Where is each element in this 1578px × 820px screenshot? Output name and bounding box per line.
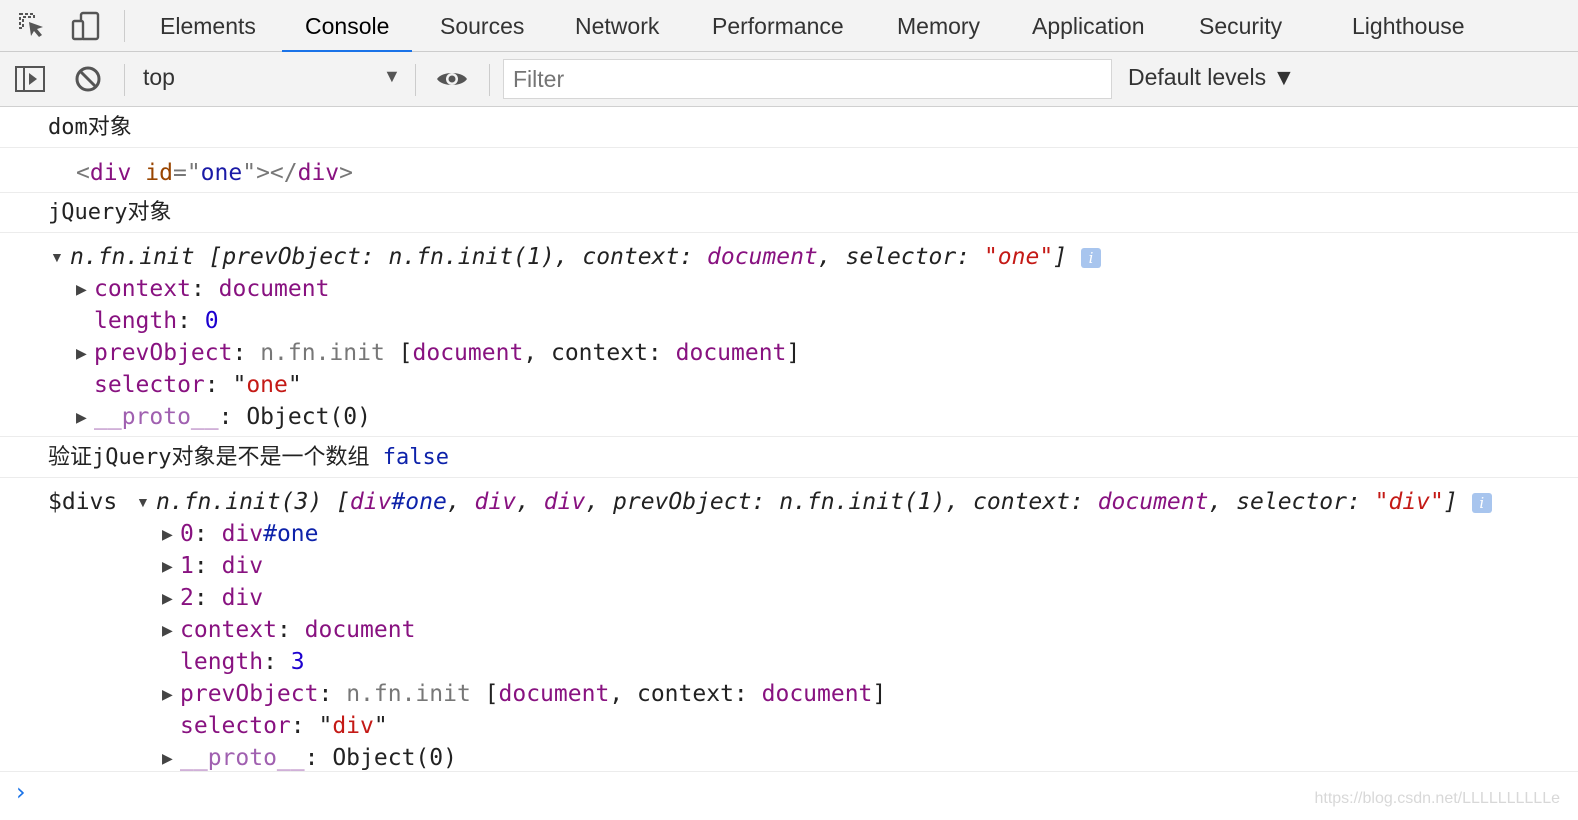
property-proto[interactable]: __proto__: Object(0) <box>94 401 371 433</box>
console-toolbar: top ▼ Default levels ▼ <box>0 52 1578 107</box>
expand-triangle-icon[interactable]: ▶ <box>76 401 87 433</box>
tab-network[interactable]: Network <box>575 0 659 52</box>
expand-triangle-icon[interactable]: ▶ <box>162 742 173 774</box>
chevron-down-icon[interactable]: ▼ <box>383 66 401 87</box>
array-item[interactable]: 1: div <box>180 550 263 582</box>
toolbar-separator <box>124 64 125 96</box>
console-message: jQuery对象 <box>0 193 1578 233</box>
filter-input[interactable] <box>503 59 1112 99</box>
collapse-triangle-icon[interactable]: ▼ <box>50 241 64 273</box>
object-summary[interactable]: n.fn.init(3) [div#one, div, div, prevObj… <box>156 486 1492 518</box>
toolbar-separator <box>489 64 490 96</box>
info-icon: i <box>1471 492 1492 513</box>
tab-sources[interactable]: Sources <box>440 0 524 52</box>
tab-elements[interactable]: Elements <box>160 0 256 52</box>
boolean-value: false <box>382 445 449 470</box>
expand-triangle-icon[interactable]: ▶ <box>162 614 173 646</box>
collapse-triangle-icon[interactable]: ▼ <box>136 486 150 518</box>
log-text: jQuery对象 <box>48 200 172 225</box>
tab-lighthouse[interactable]: Lighthouse <box>1352 0 1465 52</box>
console-message: $divs ▼ n.fn.init(3) [div#one, div, div,… <box>0 478 1578 772</box>
console-message: ▼ n.fn.init [prevObject: n.fn.init(1), c… <box>0 233 1578 437</box>
inspect-element-icon[interactable] <box>16 10 48 42</box>
prompt-chevron-icon: › <box>16 778 26 806</box>
property-length: length: 0 <box>94 308 219 334</box>
default-levels-dropdown[interactable]: Default levels ▼ <box>1128 64 1295 91</box>
clear-console-icon[interactable] <box>72 63 104 95</box>
expand-triangle-icon[interactable]: ▶ <box>162 678 173 710</box>
object-summary[interactable]: n.fn.init [prevObject: n.fn.init(1), con… <box>70 241 1102 273</box>
expand-triangle-icon[interactable]: ▶ <box>76 273 87 305</box>
tab-memory[interactable]: Memory <box>897 0 980 52</box>
dom-element-node[interactable]: <div id="one"></div> <box>76 157 353 189</box>
expand-triangle-icon[interactable]: ▶ <box>162 550 173 582</box>
info-icon: i <box>1081 247 1102 268</box>
log-text: 验证jQuery对象是不是一个数组 false <box>48 445 449 470</box>
tab-performance[interactable]: Performance <box>712 0 844 52</box>
property-selector: selector: "one" <box>94 372 302 398</box>
property-selector: selector: "div" <box>180 713 388 739</box>
property-prevobject[interactable]: prevObject: n.fn.init [document, context… <box>94 337 800 369</box>
device-toolbar-icon[interactable] <box>70 10 102 42</box>
console-message: dom对象 <box>0 107 1578 148</box>
toolbar-separator <box>124 10 125 42</box>
array-item[interactable]: 0: div#one <box>180 518 319 550</box>
context-selector[interactable]: top <box>143 64 175 91</box>
log-label: $divs <box>48 489 118 515</box>
toolbar-separator <box>415 64 416 96</box>
expand-triangle-icon[interactable]: ▶ <box>162 518 173 550</box>
property-context[interactable]: context: document <box>94 273 329 305</box>
watermark: https://blog.csdn.net/LLLLLLLLLLe <box>1314 790 1560 807</box>
expand-triangle-icon[interactable]: ▶ <box>162 582 173 614</box>
property-context[interactable]: context: document <box>180 614 415 646</box>
devtools-tabbar: Elements Console Sources Network Perform… <box>0 0 1578 53</box>
property-length: length: 3 <box>180 649 305 675</box>
property-proto[interactable]: __proto__: Object(0) <box>180 742 457 774</box>
console-message: 验证jQuery对象是不是一个数组 false <box>0 437 1578 478</box>
tab-console[interactable]: Console <box>282 0 413 53</box>
console-message: <div id="one"></div> <box>0 148 1578 193</box>
array-item[interactable]: 2: div <box>180 582 263 614</box>
property-prevobject[interactable]: prevObject: n.fn.init [document, context… <box>180 678 886 710</box>
show-sidebar-icon[interactable] <box>14 63 46 95</box>
tab-application[interactable]: Application <box>1032 0 1145 52</box>
tab-security[interactable]: Security <box>1199 0 1282 52</box>
expand-triangle-icon[interactable]: ▶ <box>76 337 87 369</box>
log-text: dom对象 <box>48 115 132 140</box>
live-expression-eye-icon[interactable] <box>436 63 468 95</box>
